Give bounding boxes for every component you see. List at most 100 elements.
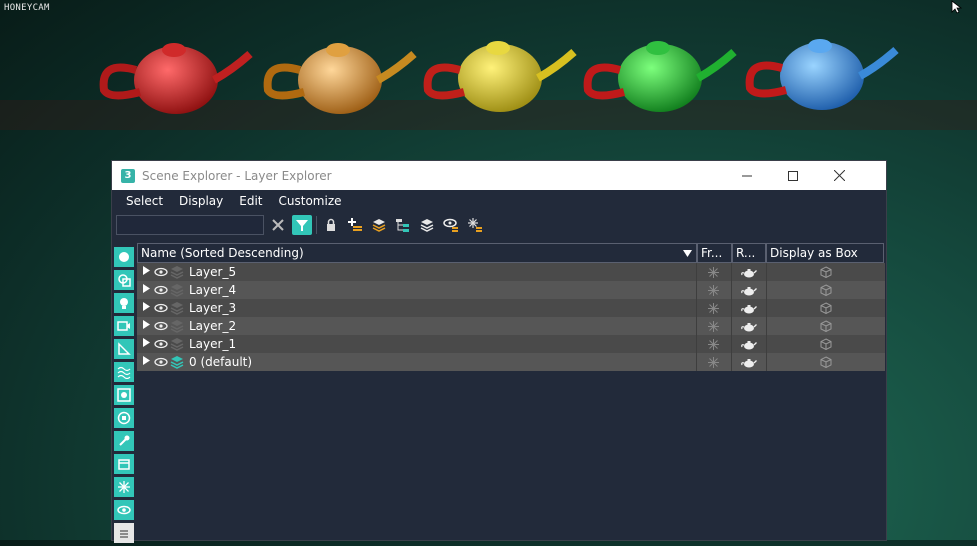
layer-stack-icon — [169, 265, 185, 279]
menu-edit[interactable]: Edit — [231, 194, 270, 208]
layer-name-cell: Layer_3 — [137, 299, 696, 317]
column-header-name-label: Name (Sorted Descending) — [141, 246, 304, 260]
layer-row[interactable]: Layer_5 — [137, 263, 885, 281]
add-layer-icon[interactable] — [345, 215, 365, 235]
box-icon — [820, 284, 832, 296]
column-header-display-as-box[interactable]: Display as Box — [766, 243, 884, 263]
menu-bar: Select Display Edit Customize — [112, 190, 886, 212]
layer-row[interactable]: Layer_1 — [137, 335, 885, 353]
box-icon — [820, 356, 832, 368]
display-as-box-toggle[interactable] — [766, 263, 885, 281]
close-button[interactable] — [816, 161, 862, 190]
more-icon[interactable] — [114, 523, 134, 543]
display-as-box-toggle[interactable] — [766, 317, 885, 335]
display-as-box-toggle[interactable] — [766, 353, 885, 371]
column-header-name[interactable]: Name (Sorted Descending) — [137, 243, 697, 263]
lock-icon[interactable] — [321, 215, 341, 235]
close-icon — [833, 170, 845, 181]
helper-icon[interactable] — [114, 339, 134, 359]
group-icon[interactable] — [114, 385, 134, 405]
freeze-toggle[interactable] — [695, 263, 732, 281]
column-header-freeze[interactable]: Fr... — [697, 243, 732, 263]
stack-icon[interactable] — [417, 215, 437, 235]
visibility-eye-icon[interactable] — [153, 285, 169, 295]
container-icon[interactable] — [114, 454, 134, 474]
box-icon — [820, 338, 832, 350]
renderable-toggle[interactable] — [731, 317, 766, 335]
xref-icon[interactable] — [114, 408, 134, 428]
hierarchy-icon[interactable] — [393, 215, 413, 235]
snowflake-icon — [708, 302, 720, 314]
expand-arrow-icon[interactable] — [143, 356, 153, 368]
freeze-toggle[interactable] — [695, 335, 732, 353]
visibility-eye-icon[interactable] — [153, 267, 169, 277]
renderable-toggle[interactable] — [731, 335, 766, 353]
light-icon[interactable] — [114, 293, 134, 313]
expand-arrow-icon[interactable] — [143, 266, 153, 278]
freeze-filter-icon[interactable] — [114, 477, 134, 497]
spacewarp-icon[interactable] — [114, 362, 134, 382]
shape-icon[interactable] — [114, 270, 134, 290]
layer-name-cell: Layer_2 — [137, 317, 696, 335]
snowflake-icon — [708, 356, 720, 368]
display-as-box-toggle[interactable] — [766, 281, 885, 299]
freeze-toggle[interactable] — [695, 353, 732, 371]
layer-grid: Name (Sorted Descending) Fr... R... Disp… — [137, 243, 885, 371]
layer-row[interactable]: 0 (default) — [137, 353, 885, 371]
sort-descending-icon — [683, 249, 692, 257]
renderable-toggle[interactable] — [731, 299, 766, 317]
visibility-eye-icon[interactable] — [153, 321, 169, 331]
layers-icon[interactable] — [369, 215, 389, 235]
freeze-toggle[interactable] — [695, 281, 732, 299]
freeze-icon[interactable] — [465, 215, 485, 235]
menu-customize[interactable]: Customize — [271, 194, 350, 208]
display-as-box-toggle[interactable] — [766, 299, 885, 317]
minimize-button[interactable] — [724, 161, 770, 190]
visibility-eye-icon[interactable] — [153, 357, 169, 367]
layer-row[interactable]: Layer_3 — [137, 299, 885, 317]
search-input[interactable] — [116, 215, 264, 235]
box-icon — [820, 302, 832, 314]
expand-arrow-icon[interactable] — [143, 284, 153, 296]
object-type-sidebar — [112, 247, 136, 546]
layer-name-label: Layer_2 — [189, 319, 237, 333]
renderable-toggle[interactable] — [731, 263, 766, 281]
eye-icon[interactable] — [114, 500, 134, 520]
hide-icon[interactable] — [441, 215, 461, 235]
sphere-icon[interactable] — [114, 247, 134, 267]
camera-icon[interactable] — [114, 316, 134, 336]
clear-icon[interactable] — [268, 215, 288, 235]
window-title: Scene Explorer - Layer Explorer — [142, 168, 332, 183]
expand-arrow-icon[interactable] — [143, 320, 153, 332]
display-as-box-toggle[interactable] — [766, 335, 885, 353]
visibility-eye-icon[interactable] — [153, 303, 169, 313]
layer-stack-icon — [169, 301, 185, 315]
snowflake-icon — [708, 266, 720, 278]
layer-row[interactable]: Layer_4 — [137, 281, 885, 299]
teapot-icon — [741, 322, 758, 331]
renderable-toggle[interactable] — [731, 353, 766, 371]
layer-name-cell: Layer_4 — [137, 281, 696, 299]
layer-rows: Layer_5 Layer_4 Layer_3 Layer_2 Layer_1 … — [137, 263, 885, 371]
column-header-render[interactable]: R... — [732, 243, 766, 263]
layer-row[interactable]: Layer_2 — [137, 317, 885, 335]
snowflake-icon — [708, 320, 720, 332]
mouse-cursor-icon — [951, 0, 963, 14]
expand-arrow-icon[interactable] — [143, 338, 153, 350]
bone-icon[interactable] — [114, 431, 134, 451]
layer-stack-icon — [169, 283, 185, 297]
layer-name-cell: 0 (default) — [137, 353, 696, 371]
menu-display[interactable]: Display — [171, 194, 231, 208]
filter-icon[interactable] — [292, 215, 312, 235]
maximize-button[interactable] — [770, 161, 816, 190]
visibility-eye-icon[interactable] — [153, 339, 169, 349]
menu-select[interactable]: Select — [118, 194, 171, 208]
minimize-icon — [742, 175, 752, 176]
title-bar[interactable]: 3 Scene Explorer - Layer Explorer — [112, 161, 886, 190]
expand-arrow-icon[interactable] — [143, 302, 153, 314]
teapot-icon — [741, 304, 758, 313]
freeze-toggle[interactable] — [695, 317, 732, 335]
freeze-toggle[interactable] — [695, 299, 732, 317]
teapot-icon — [741, 268, 758, 277]
renderable-toggle[interactable] — [731, 281, 766, 299]
